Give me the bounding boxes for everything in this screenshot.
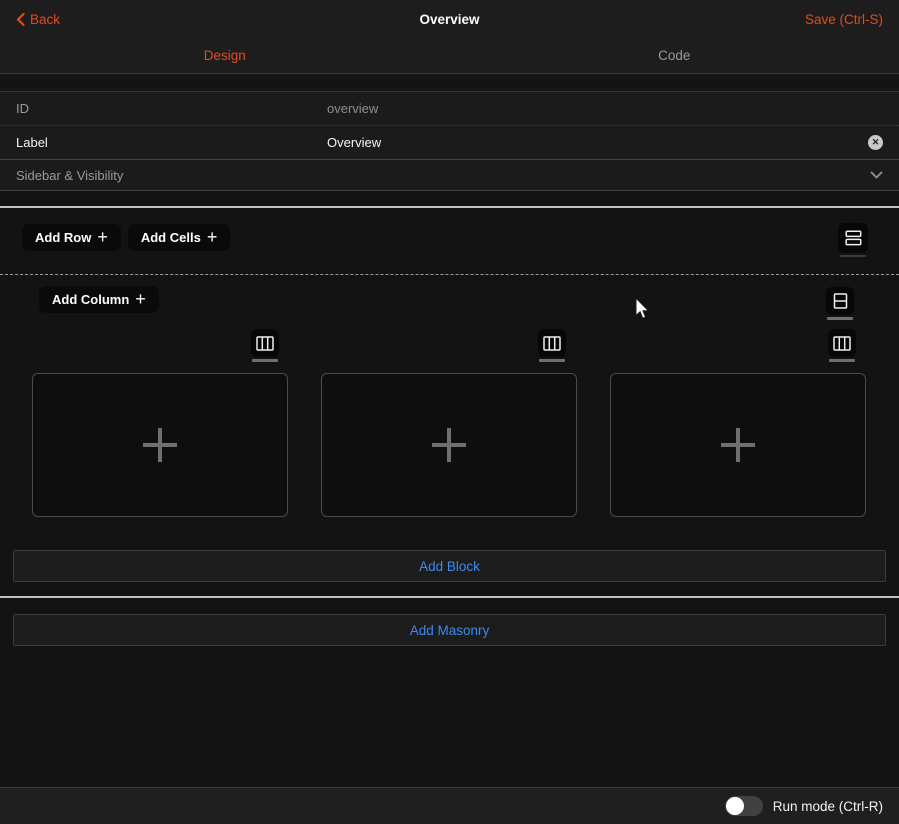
chevron-left-icon [16,13,25,26]
icon-underline [829,359,855,362]
chevron-down-icon [870,171,883,179]
run-mode-toggle[interactable] [725,796,763,816]
add-cells-button[interactable]: Add Cells + [128,224,230,251]
back-label: Back [30,12,60,27]
tab-bar: Design Code [0,38,899,74]
cell2-layout-control [538,329,566,362]
split-rows-icon[interactable] [826,287,854,315]
run-mode-label: Run mode (Ctrl-R) [773,799,883,814]
toggle-knob [726,797,744,815]
row-toolbar: Add Row + Add Cells + [0,208,899,275]
back-button[interactable]: Back [16,12,60,27]
add-block-button[interactable]: Add Block [13,550,886,582]
add-row-button[interactable]: Add Row + [22,224,121,251]
grid-cell[interactable] [32,373,288,517]
grid-cells [0,373,899,517]
add-cells-label: Add Cells [141,230,201,245]
id-value[interactable]: overview [327,101,883,116]
add-column-button[interactable]: Add Column + [39,286,159,313]
plus-icon [143,428,177,462]
properties-form: ID overview Label Overview ✕ Sidebar & V… [0,92,899,191]
add-masonry-button[interactable]: Add Masonry [13,614,886,646]
grid-cell[interactable] [610,373,866,517]
column-section: Add Column + [0,275,899,646]
columns-icon[interactable] [251,329,279,357]
tab-code[interactable]: Code [450,38,899,73]
toolbar-buttons: Add Row + Add Cells + [22,224,230,251]
sidebar-visibility-label: Sidebar & Visibility [16,168,327,183]
id-row: ID overview [0,92,899,126]
icon-underline [827,317,853,320]
bottom-bar: Run mode (Ctrl-R) [0,787,899,824]
header-bar: Back Overview Save (Ctrl-S) [0,0,899,38]
label-row: Label Overview ✕ [0,126,899,160]
row-layout-control [838,223,868,257]
add-row-label: Add Row [35,230,91,245]
dashboard-editor: Back Overview Save (Ctrl-S) Design Code … [0,0,899,824]
x-circle-icon[interactable]: ✕ [868,135,883,150]
rows-icon[interactable] [838,223,868,253]
sidebar-visibility-row[interactable]: Sidebar & Visibility [0,160,899,191]
editor-gap [0,191,899,206]
icon-underline [840,255,866,257]
section-gap [0,582,899,596]
add-column-row: Add Column + [0,275,899,328]
section-gap [0,74,899,92]
icon-underline [252,359,278,362]
section-gap [0,598,899,614]
label-input[interactable]: Overview [327,135,868,150]
add-column-label: Add Column [52,292,129,307]
icon-underline [539,359,565,362]
save-button[interactable]: Save (Ctrl-S) [805,12,883,27]
plus-icon [721,428,755,462]
page-title: Overview [0,12,899,27]
grid-cell[interactable] [321,373,577,517]
cell1-layout-control [251,329,279,362]
column-layout-control [826,287,854,320]
cell3-layout-control [828,329,856,362]
columns-icon[interactable] [828,329,856,357]
columns-icon[interactable] [538,329,566,357]
label-label: Label [16,135,327,150]
cell-header-row [0,328,899,373]
plus-icon [432,428,466,462]
tab-design[interactable]: Design [0,38,450,73]
id-label: ID [16,101,327,116]
